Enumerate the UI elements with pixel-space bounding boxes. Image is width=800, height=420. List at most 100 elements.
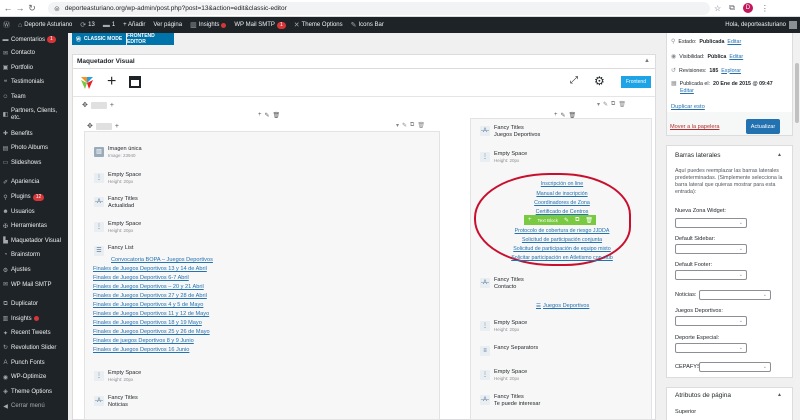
add-row-icon[interactable]: + [115,123,119,130]
deporte-especial-select[interactable]: ⌄ [675,343,747,353]
add-row-icon[interactable]: + [110,102,114,109]
admin-bar-mail[interactable]: WP Mail SMTP 1 [234,21,286,29]
frontend-button[interactable]: Frontend [621,76,651,88]
edit-date-link[interactable]: Editar [680,88,694,94]
empty-space-element[interactable]: ⋮ Empty Space Height: 20px [480,320,527,332]
admin-bar-account[interactable]: Hola, deporteasturiano [725,17,797,33]
fancy-titles-element[interactable]: -A- Fancy Titles Noticias [94,395,138,408]
sidebar-item-plugins[interactable]: ⚲ Plugins 12 [0,190,68,205]
empty-space-element[interactable]: ⋮ Empty Space Height: 20px [480,151,527,163]
text-block-link[interactable]: Solicitar participación en Atletismo con… [474,255,650,261]
duplicate-link[interactable]: Duplicar esto [671,104,705,110]
sidebar-item-partners[interactable]: ◧ Partners, Clients, etc. [0,104,68,126]
clone-icon[interactable]: ⧉ [410,122,414,129]
browser-menu-icon[interactable]: ⋮ [761,4,769,13]
frontend-editor-button[interactable]: FRONTEND EDITOR [127,33,174,45]
admin-bar-icons-bar[interactable]: ✎ Icons Bar [351,21,384,29]
move-to-trash-link[interactable]: Mover a la papelera [670,124,719,130]
sidebar-item-punch-fonts[interactable]: A Punch Fonts [0,355,68,370]
delete-icon[interactable]: 🗑 [618,101,626,108]
sidebar-item-slideshows[interactable]: ▭ Slideshows [0,156,68,171]
sidebar-item-portfolio[interactable]: ▣ Portfolio [0,61,68,76]
admin-bar-updates[interactable]: ⟳ 13 [80,21,95,29]
list-link[interactable]: Finales de Juegos Deportivos – 20 y 21 A… [93,284,204,290]
sidebar-item-benefits[interactable]: ✚ Benefits [0,126,68,141]
empty-space-element[interactable]: ⋮ Empty Space Height: 20px [94,370,141,382]
add-element-icon[interactable]: + [107,73,116,91]
fancy-separators-element[interactable]: ≡ Fancy Separators [480,345,538,356]
clone-icon[interactable]: ⧉ [575,217,579,224]
list-link[interactable]: Finales de Juegos Deportivos 25 y 26 de … [93,329,210,335]
list-link[interactable]: Finales de Juegos Deportivos 11 y 12 de … [93,311,209,317]
empty-space-element[interactable]: ⋮ Empty Space Height: 20px [94,221,141,233]
sidebar-collapse-menu[interactable]: ◀ Cerrar menú [0,399,68,414]
list-link[interactable]: Convocatoria BOPA – Juegos Deportivos [111,257,213,263]
classic-mode-button[interactable]: Ⓦ CLASSIC MODE [72,33,126,45]
sidebar-item-wp-mail-smtp[interactable]: ✉ WP Mail SMTP [0,277,68,292]
chevron-down-icon[interactable]: ▾ [597,101,600,108]
edit-icon[interactable]: ✎ [265,112,270,119]
sidebar-item-comentarios[interactable]: ▬ Comentarios 1 [0,33,68,46]
delete-icon[interactable]: 🗑 [585,217,593,224]
sidebar-item-wp-optimize[interactable]: ◉ WP-Optimize [0,370,68,385]
edit-icon[interactable]: ✎ [564,217,569,224]
admin-bar-view[interactable]: Ver página [153,22,182,28]
sidebar-item-apariencia[interactable]: ✐ Apariencia [0,175,68,190]
sidebar-item-usuarios[interactable]: ☻ Usuarios [0,204,68,219]
edit-icon[interactable]: ✎ [402,122,407,129]
edit-visibility-link[interactable]: Editar [729,54,743,60]
nueva-zona-widget-select[interactable]: ⌄ [675,218,747,228]
page-scrollbar[interactable] [794,33,800,420]
sidebar-item-brainstorm[interactable]: ◔ Brainstorm [0,248,68,263]
sidebar-item-theme-options[interactable]: ◈ Theme Options [0,384,68,399]
admin-bar-menu[interactable]: Ⓦ [3,20,10,30]
fancy-titles-element[interactable]: -A- Fancy Titles Juegos Deportivos [480,125,540,138]
back-icon[interactable]: ← [2,3,14,13]
fancy-titles-element[interactable]: -A- Fancy Titles Actualidad [94,196,138,209]
list-link[interactable]: Finales de Juegos Deportivos 27 y 28 de … [93,293,207,299]
sidebar-item-contacto[interactable]: ✉ Contacto [0,46,68,61]
text-block-link[interactable]: Protocolo de cobertura de riesgo JJDDA [474,228,650,234]
sidebar-item-herramientas[interactable]: ✠ Herramientas [0,219,68,234]
noticias-select[interactable]: ⌄ [699,290,771,300]
empty-space-element[interactable]: ⋮ Empty Space Height: 20px [480,369,527,381]
list-link[interactable]: Finales de Juegos Deportivos 16 Junio [93,347,189,353]
wordpress-icon[interactable]: Ⓦ [3,20,10,30]
sidebar-item-recent-tweets[interactable]: ✦ Recent Tweets [0,326,68,341]
site-info-icon[interactable]: ⊜ [54,5,60,13]
list-link[interactable]: Finales de Juegos Deportivos 18 y 19 May… [93,320,202,326]
list-link[interactable]: Finales de Juegos Deportivos 13 y 14 de … [93,266,207,272]
bookmark-star-icon[interactable]: ☆ [714,4,721,13]
row-layout-pill[interactable] [95,122,112,130]
row-layout-pill[interactable] [90,101,107,109]
juegos-deportivos-select[interactable]: ⌄ [675,316,747,326]
box-toggle-icon[interactable]: ▲ [777,152,782,158]
clone-icon[interactable]: ⧉ [611,101,615,108]
text-block-link[interactable]: Solicitud de participación conjunta [474,237,650,243]
scrollbar-thumb[interactable] [795,63,799,123]
sidebar-item-ajustes[interactable]: ⚙ Ajustes [0,263,68,278]
admin-bar-site[interactable]: ⌂ Deporte Asturiano [18,22,72,29]
edit-icon[interactable]: ✎ [603,101,608,108]
delete-icon[interactable]: 🗑 [273,112,281,119]
move-handle-icon[interactable]: ✥ [82,101,88,109]
empty-space-element[interactable]: ⋮ Empty Space Height: 20px [94,172,141,184]
fancy-titles-element[interactable]: -A- Fancy Titles Te puede interesar [480,394,540,407]
forward-icon[interactable]: → [14,3,26,13]
list-link[interactable]: Finales de Juegos Deportivos 4 y 5 de Ma… [93,302,203,308]
list-link[interactable]: Finales de juegos Deportivos 8 y 9 Junio [93,338,194,344]
sidebar-item-testimonials[interactable]: ❝ Testimonials [0,75,68,90]
chevron-down-icon[interactable]: ▾ [396,122,399,129]
juegos-deportivos-link[interactable]: ☰ Juegos Deportivos [536,303,589,309]
edit-status-link[interactable]: Editar [727,39,741,45]
box-toggle-icon[interactable]: ▲ [777,392,782,398]
sidebar-item-insights[interactable]: ▥ Insights [0,312,68,327]
admin-bar-insights[interactable]: ▥ Insights [190,21,227,29]
sidebar-item-team[interactable]: ☺ Team [0,90,68,105]
address-bar[interactable]: ⊜ deporteasturiano.org/wp-admin/post.php… [48,2,710,15]
text-block-link[interactable]: Coordinadores de Zona [474,200,650,206]
panel-toggle-icon[interactable]: ▲ [644,58,650,64]
default-sidebar-select[interactable]: ⌄ [675,244,747,254]
delete-icon[interactable]: 🗑 [417,122,425,129]
add-icon[interactable]: + [528,217,532,223]
